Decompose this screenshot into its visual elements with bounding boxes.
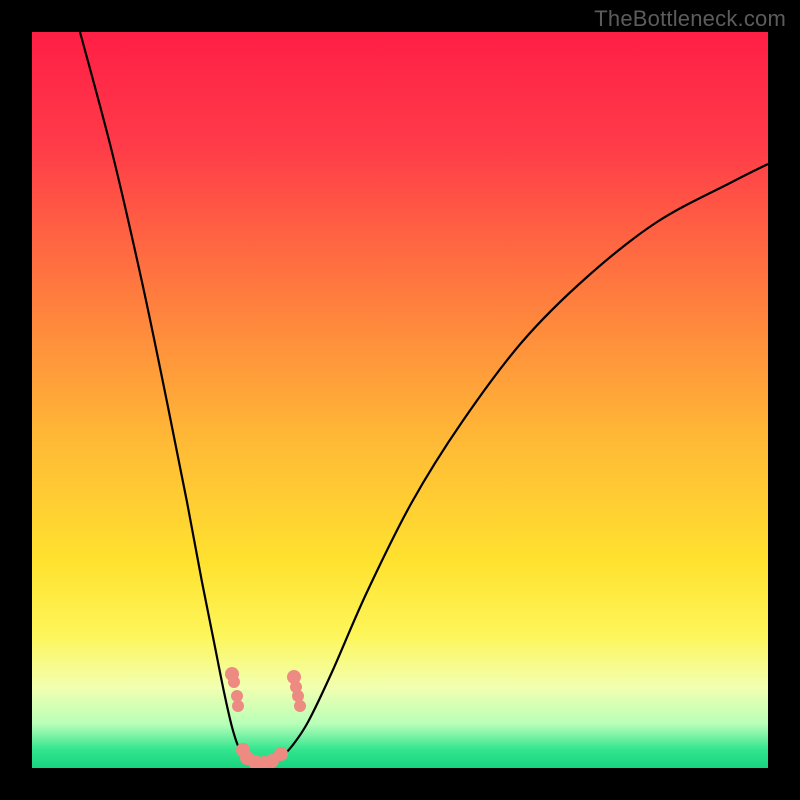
curve-layer bbox=[32, 32, 768, 768]
chart-frame: TheBottleneck.com bbox=[0, 0, 800, 800]
data-marker bbox=[274, 747, 288, 761]
curve-right-branch bbox=[256, 164, 768, 764]
watermark-text: TheBottleneck.com bbox=[594, 6, 786, 32]
data-marker bbox=[294, 700, 306, 712]
marker-group bbox=[225, 667, 306, 768]
data-marker bbox=[228, 676, 240, 688]
plot-area bbox=[32, 32, 768, 768]
data-marker bbox=[232, 700, 244, 712]
curve-left-branch bbox=[80, 32, 256, 764]
data-marker bbox=[292, 690, 304, 702]
